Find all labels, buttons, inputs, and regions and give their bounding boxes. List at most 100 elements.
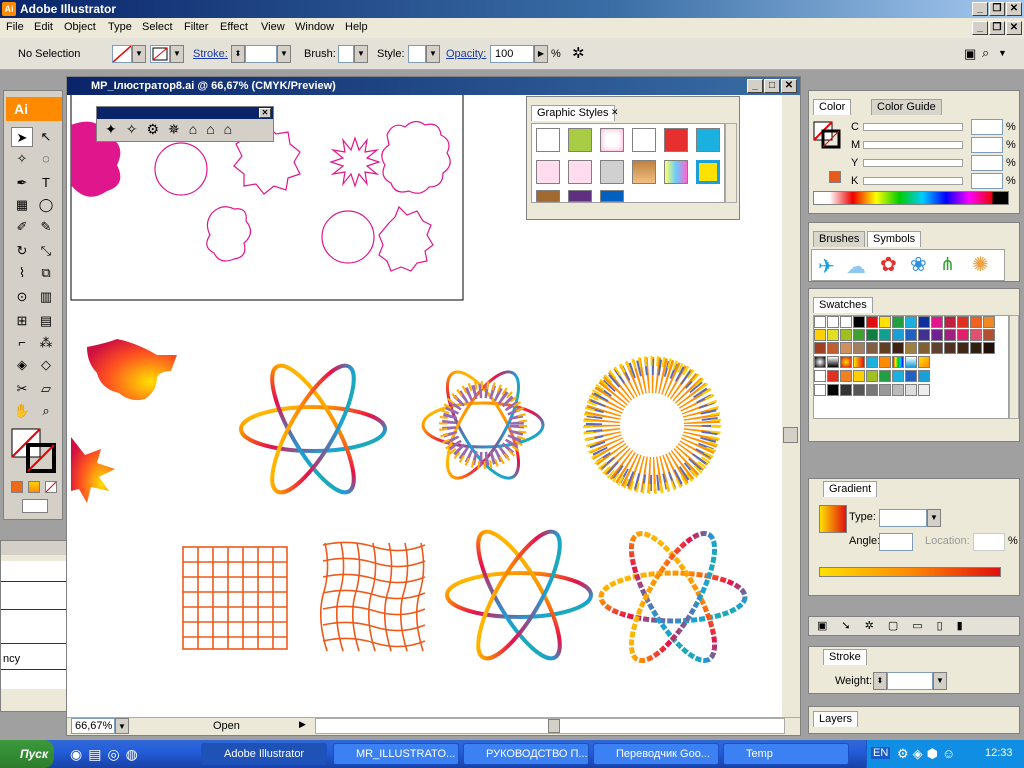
zoom-dropdown[interactable]: ▼ (115, 718, 129, 734)
stroke-dropdown[interactable]: ▼ (170, 45, 184, 63)
hand-tool-icon[interactable]: ✋ (11, 401, 33, 421)
stroke-weight-stepper[interactable]: ⬍ (231, 45, 245, 63)
stroke-weight-dropdown[interactable]: ▼ (277, 45, 291, 63)
stroke-panel-weight-field[interactable] (887, 672, 933, 690)
stroke-weight-field[interactable] (245, 45, 277, 63)
channel-k-field[interactable] (971, 173, 1003, 189)
menu-view[interactable]: View (261, 21, 285, 33)
menu-filter[interactable]: Filter (184, 21, 208, 33)
graphic-styles-grid[interactable] (531, 123, 725, 203)
eyedropper-tool-icon[interactable]: ⌐ (11, 333, 33, 353)
horizontal-scrollbar[interactable] (315, 718, 785, 734)
task-adobe-illustrator[interactable]: Adobe Illustrator (201, 743, 327, 765)
doc-minimize-button[interactable]: _ (972, 21, 988, 35)
panel-menu-icon[interactable]: ▼ (998, 48, 1007, 58)
graphic-styles-close-tab-icon[interactable]: ✕ (611, 107, 619, 118)
mesh-tool-icon[interactable]: ⊞ (11, 311, 33, 331)
zoom-tool-icon[interactable]: ⌕ (35, 401, 57, 421)
tab-color[interactable]: Color (813, 99, 852, 115)
brush-dropdown[interactable]: ▼ (354, 45, 368, 63)
eraser-tool-icon[interactable]: ▱ (35, 379, 57, 399)
ellipse-tool-icon[interactable]: ◯ (35, 195, 57, 215)
color-mode-button[interactable] (11, 481, 23, 493)
tab-symbols[interactable]: Symbols (867, 231, 922, 247)
doc-restore-button[interactable]: ❐ (989, 21, 1005, 35)
direct-selection-tool-icon[interactable]: ↖ (35, 127, 57, 147)
gradient-toolbar-icons[interactable]: ▣➘✲▢▭▯▮ (817, 619, 977, 632)
close-button[interactable]: ✕ (1006, 2, 1022, 16)
channel-c-slider[interactable] (863, 123, 963, 131)
task-word-document[interactable]: MR_ILLUSTRATO... (333, 743, 459, 765)
recolor-icon[interactable]: ✲ (572, 44, 585, 62)
search-icon[interactable]: ⌕ (982, 45, 989, 61)
slice-tool-icon[interactable]: ✂ (11, 379, 33, 399)
style-dropdown[interactable]: ▼ (426, 45, 440, 63)
stroke-label[interactable]: Stroke: (193, 48, 228, 60)
gradient-angle-field[interactable] (879, 533, 913, 551)
free-transform-tool-icon[interactable]: ⧉ (35, 263, 57, 283)
fill-dropdown[interactable]: ▼ (132, 45, 146, 63)
doc-win-close-button[interactable]: ✕ (781, 79, 797, 93)
doc-close-button[interactable]: ✕ (1006, 21, 1022, 35)
tab-gradient[interactable]: Gradient (823, 481, 878, 497)
brush-field[interactable] (338, 45, 354, 63)
fill-swatch[interactable] (112, 45, 132, 63)
task-google-translate[interactable]: Переводчик Goo... (593, 743, 719, 765)
out-of-gamut-swatch[interactable] (829, 171, 841, 183)
status-menu-arrow[interactable]: ▶ (299, 719, 306, 730)
opacity-label[interactable]: Opacity: (446, 48, 486, 60)
gradient-tool-icon[interactable]: ▤ (35, 311, 57, 331)
symbol-sprayer-tool-icon[interactable]: ⊙ (11, 287, 33, 307)
tab-layers[interactable]: Layers (813, 711, 859, 727)
selection-tool-icon[interactable]: ➤ (11, 127, 33, 147)
graphic-styles-scrollbar[interactable] (725, 123, 737, 203)
channel-m-slider[interactable] (863, 141, 963, 149)
color-spectrum-bar[interactable] (813, 191, 1009, 205)
none-mode-button[interactable] (45, 481, 57, 493)
grid-tool-icon[interactable]: ▦ (11, 195, 33, 215)
vertical-scroll-thumb[interactable] (783, 427, 798, 443)
gradient-preview[interactable] (819, 505, 847, 533)
stroke-panel-weight-stepper[interactable]: ⬍ (873, 672, 887, 690)
start-button[interactable]: Пуск (0, 740, 54, 768)
graph-tool-icon[interactable]: ▥ (35, 287, 57, 307)
opacity-dropdown[interactable]: ▶ (534, 45, 548, 63)
menu-help[interactable]: Help (345, 21, 368, 33)
quick-launch-icons[interactable]: ◉▤◎◍ (70, 746, 144, 763)
task-pdf-guide[interactable]: РУКОВОДСТВО П... (463, 743, 589, 765)
tab-graphic-styles[interactable]: Graphic Styles (531, 105, 615, 121)
color-fill-stroke-icon[interactable] (813, 121, 841, 149)
tab-stroke[interactable]: Stroke (823, 649, 867, 665)
type-tool-icon[interactable]: T (35, 173, 57, 193)
task-temp-folder[interactable]: Temp (723, 743, 849, 765)
live-paint-selection-icon[interactable]: ◇ (35, 355, 57, 375)
live-paint-tool-icon[interactable]: ◈ (11, 355, 33, 375)
stroke-swatch[interactable] (150, 45, 170, 63)
scale-tool-icon[interactable]: ⤡ (35, 241, 57, 261)
tray-icons[interactable]: ⚙◈⬢☺ (897, 746, 959, 762)
channel-y-field[interactable] (971, 155, 1003, 171)
pen-tool-icon[interactable]: ✒ (11, 173, 33, 193)
symbols-grid[interactable]: ✈ ☁ ✿ ❀ ⋔ ✺ (811, 249, 1005, 281)
floating-toolbar-close[interactable]: ✕ (259, 108, 271, 118)
blend-tool-icon[interactable]: ⁂ (35, 333, 57, 353)
menu-type[interactable]: Type (108, 21, 132, 33)
channel-y-slider[interactable] (863, 159, 963, 167)
minimize-button[interactable]: _ (972, 2, 988, 16)
pencil-tool-icon[interactable]: ✎ (35, 217, 57, 237)
rotate-tool-icon[interactable]: ↻ (11, 241, 33, 261)
tab-swatches[interactable]: Swatches (813, 297, 873, 313)
fill-stroke-indicator[interactable] (10, 427, 60, 475)
swatches-scrollbar[interactable] (1009, 315, 1019, 419)
menu-effect[interactable]: Effect (220, 21, 248, 33)
language-indicator[interactable]: EN (871, 747, 891, 759)
magic-wand-tool-icon[interactable]: ✧ (11, 149, 33, 169)
opacity-field[interactable]: 100 (490, 45, 534, 63)
channel-k-slider[interactable] (863, 177, 963, 185)
style-field[interactable] (408, 45, 426, 63)
document-vertical-scrollbar[interactable] (782, 95, 800, 717)
gradient-location-field[interactable] (973, 533, 1005, 551)
lasso-tool-icon[interactable]: ◌ (35, 149, 57, 169)
gradient-type-select[interactable] (879, 509, 927, 527)
bridge-icon[interactable]: ▣ (964, 46, 976, 62)
